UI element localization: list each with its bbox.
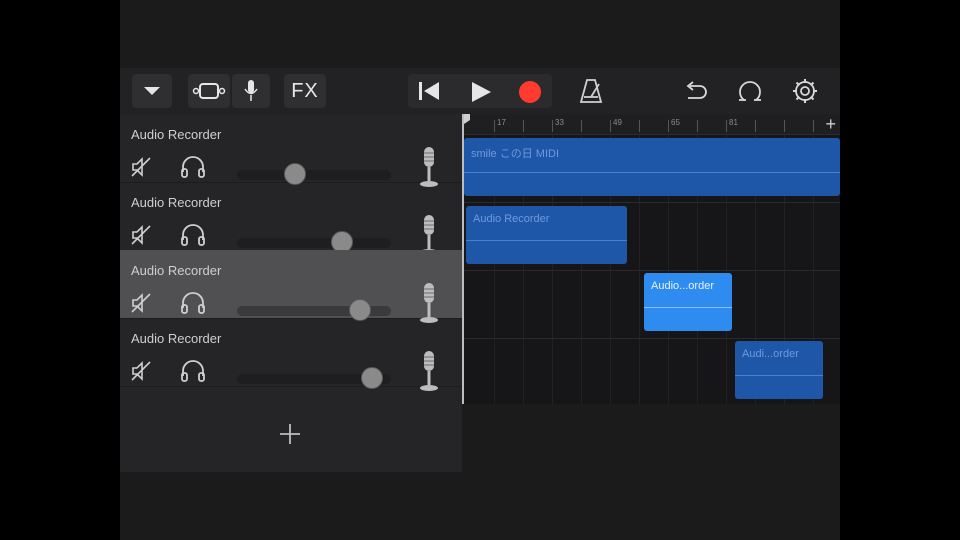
track-header[interactable]: Audio Recorder [120, 114, 462, 187]
ruler-tick [726, 120, 727, 132]
track-name: Audio Recorder [131, 195, 222, 210]
region-waveform-line [644, 307, 732, 308]
mute-button[interactable] [130, 156, 152, 183]
track-instrument-icon[interactable] [418, 350, 440, 397]
solo-button[interactable] [180, 292, 206, 319]
go-to-beginning-icon [419, 82, 439, 100]
fx-button[interactable]: FX [284, 74, 326, 108]
metronome-button[interactable] [578, 78, 604, 109]
headphones-icon [181, 156, 205, 178]
region-waveform-line [464, 172, 840, 173]
audio-region[interactable]: smile この日 MIDI [464, 138, 840, 196]
microphone-icon [244, 80, 258, 101]
ruler-tick [581, 120, 582, 132]
record-icon [519, 81, 541, 103]
solo-button[interactable] [180, 224, 206, 251]
loop-icon [739, 81, 761, 101]
input-settings-button[interactable] [232, 74, 270, 108]
speaker-muted-icon [131, 225, 151, 245]
region-waveform-line [466, 240, 627, 241]
track-header[interactable]: Audio Recorder [120, 318, 462, 391]
headphones-icon [181, 360, 205, 382]
solo-button[interactable] [180, 360, 206, 387]
speaker-muted-icon [131, 293, 151, 313]
undo-button[interactable] [682, 78, 708, 109]
headphones-icon [181, 224, 205, 246]
ruler-tick [639, 120, 640, 132]
ruler-tick [494, 120, 495, 132]
gear-icon [793, 79, 817, 103]
region-label: Audio...order [651, 280, 714, 292]
headphones-icon [181, 292, 205, 314]
ruler-tick [784, 120, 785, 132]
ruler-tick [668, 120, 669, 132]
loop-browser-button[interactable] [736, 78, 764, 109]
region-label: Audi...order [742, 348, 799, 360]
ruler-tick [523, 120, 524, 132]
play-button[interactable] [470, 81, 492, 103]
region-waveform-line [735, 375, 823, 376]
ruler-bar-label: 49 [613, 118, 622, 127]
record-button[interactable] [518, 80, 542, 104]
speaker-muted-icon [131, 157, 151, 177]
ruler-bar-label: 33 [555, 118, 564, 127]
ruler-bar-label: 17 [497, 118, 506, 127]
settings-button[interactable] [792, 78, 818, 109]
garageband-window: FX Audio Recorder Audio Recorder Audio R… [120, 0, 840, 540]
mute-button[interactable] [130, 292, 152, 319]
playhead-icon[interactable] [464, 114, 470, 124]
volume-slider[interactable] [237, 238, 391, 248]
audio-region[interactable]: Audi...order [735, 341, 823, 399]
ruler-tick [755, 120, 756, 132]
ruler-tick [610, 120, 611, 132]
tracks-view-icon [192, 83, 226, 99]
ruler-tick [552, 120, 553, 132]
ruler-tick [813, 120, 814, 132]
ruler-bar-label: 65 [671, 118, 680, 127]
mute-button[interactable] [130, 360, 152, 387]
ruler-bar-label: 81 [729, 118, 738, 127]
tracks-view-button[interactable] [188, 74, 230, 108]
microphone-icon [420, 351, 438, 391]
control-bar: FX [120, 68, 840, 114]
add-section-button[interactable]: + [825, 115, 836, 133]
audio-region[interactable]: Audio...order [644, 273, 732, 331]
track-header[interactable]: Audio Recorder [120, 250, 462, 323]
empty-area [462, 404, 840, 540]
go-to-beginning-button[interactable] [418, 81, 440, 101]
ruler-tick [697, 120, 698, 132]
region-label: Audio Recorder [473, 213, 550, 225]
speaker-muted-icon [131, 361, 151, 381]
play-icon [472, 82, 491, 102]
fx-label: FX [291, 79, 319, 102]
track-name: Audio Recorder [131, 127, 222, 142]
region-label: smile この日 MIDI [471, 148, 559, 160]
track-name: Audio Recorder [131, 331, 222, 346]
ruler[interactable]: 17 33 49 65 81 + [464, 114, 840, 135]
track-headers: Audio Recorder Audio Recorder Audio Record… [120, 114, 462, 472]
add-track-button[interactable] [278, 422, 302, 446]
browser-button[interactable] [132, 74, 172, 108]
volume-slider-knob[interactable] [361, 367, 384, 389]
track-header[interactable]: Audio Recorder [120, 182, 462, 255]
undo-icon [686, 81, 707, 99]
solo-button[interactable] [180, 156, 206, 183]
plus-icon [280, 424, 300, 444]
transport-controls [408, 74, 552, 108]
audio-region[interactable]: Audio Recorder [466, 206, 627, 264]
mute-button[interactable] [130, 224, 152, 251]
volume-slider[interactable] [237, 170, 391, 180]
metronome-icon [579, 79, 603, 103]
chevron-down-icon [144, 87, 160, 95]
timeline-area[interactable]: 17 33 49 65 81 + smile この日 MIDI Audio Recorde… [464, 114, 840, 404]
track-name: Audio Recorder [131, 263, 222, 278]
